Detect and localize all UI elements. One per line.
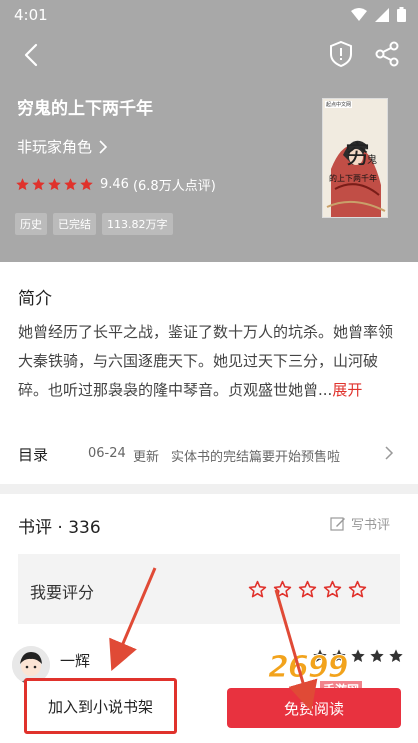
rating-score: 9.46 [100, 177, 129, 192]
rating-count: (6.8万人点评) [132, 179, 216, 194]
intro-text[interactable]: 她曾经历了长平之战，鉴证了数十万人的坑杀。她曾率领大秦铁骑，与六国逐鹿天下。她见… [18, 318, 402, 405]
cover-subtitle: 的上下两千年 [329, 174, 377, 183]
intro-title: 简介 [18, 289, 52, 309]
rate-stars[interactable] [248, 580, 367, 599]
expand-link[interactable]: 展开 [332, 381, 362, 399]
chevron-right-icon [385, 446, 394, 460]
review-title: 书评 · 336 [18, 518, 101, 538]
rating-row: 9.46 (6.8万人点评) [15, 175, 216, 194]
reviewer-name[interactable]: 一辉 [60, 650, 90, 671]
share-icon[interactable] [372, 39, 402, 69]
rate-star-icon-4[interactable] [323, 580, 342, 599]
catalog-date: 06-24 [88, 446, 126, 461]
back-icon[interactable] [18, 40, 48, 70]
book-title: 穷鬼的上下两千年 [17, 99, 153, 119]
cover-brand: 起点中文网 [325, 101, 353, 108]
report-shield-icon[interactable] [326, 39, 356, 69]
rate-star-icon-2[interactable] [273, 580, 292, 599]
write-review-label: 写书评 [351, 518, 391, 533]
rate-star-icon-3[interactable] [298, 580, 317, 599]
signal-icon [375, 7, 389, 22]
star-icon-3 [48, 178, 61, 191]
battery-icon [397, 7, 406, 22]
rating-stars [15, 177, 94, 192]
author-name: 非玩家角色 [17, 138, 93, 156]
book-tags: 历史 已完结 113.82万字 [15, 213, 173, 235]
catalog-row[interactable]: 目录 06-24 更新 实体书的完结篇要开始预售啦 [0, 430, 418, 474]
rate-label: 我要评分 [30, 583, 95, 602]
book-cover[interactable]: 起点中文网 穷 鬼 的上下两千年 [322, 98, 388, 218]
free-read-button[interactable]: 免费阅读 [227, 688, 401, 728]
star-icon-2 [32, 178, 45, 191]
author-link[interactable]: 非玩家角色 [17, 136, 108, 157]
write-review-button[interactable]: 写书评 [330, 514, 390, 533]
tag-wordcount: 113.82万字 [102, 213, 173, 235]
rate-star-icon-5[interactable] [348, 580, 367, 599]
star-icon-5 [80, 178, 93, 191]
book-header: 4:01 穷鬼的上下两千年 非玩家角色 9.46 (6.8万人点评) 历史 已完… [0, 0, 418, 262]
catalog-latest-chapter: 实体书的完结篇要开始预售啦 [171, 450, 341, 465]
chevron-right-icon [99, 139, 108, 154]
star-icon-4 [64, 178, 77, 191]
cover-title-small: 鬼 [367, 155, 377, 166]
status-time: 4:01 [14, 6, 48, 24]
status-icons [351, 7, 406, 22]
rate-star-icon-1[interactable] [248, 580, 267, 599]
wifi-icon [351, 7, 367, 21]
tag-status: 已完结 [53, 213, 96, 235]
edit-icon [330, 516, 345, 531]
catalog-label: 目录 [18, 446, 49, 464]
status-bar: 4:01 [0, 0, 418, 30]
star-icon-1 [16, 178, 29, 191]
tag-genre: 历史 [15, 213, 47, 235]
add-to-shelf-button[interactable]: 加入到小说书架 [24, 678, 177, 734]
catalog-update-label: 更新 [133, 450, 160, 465]
